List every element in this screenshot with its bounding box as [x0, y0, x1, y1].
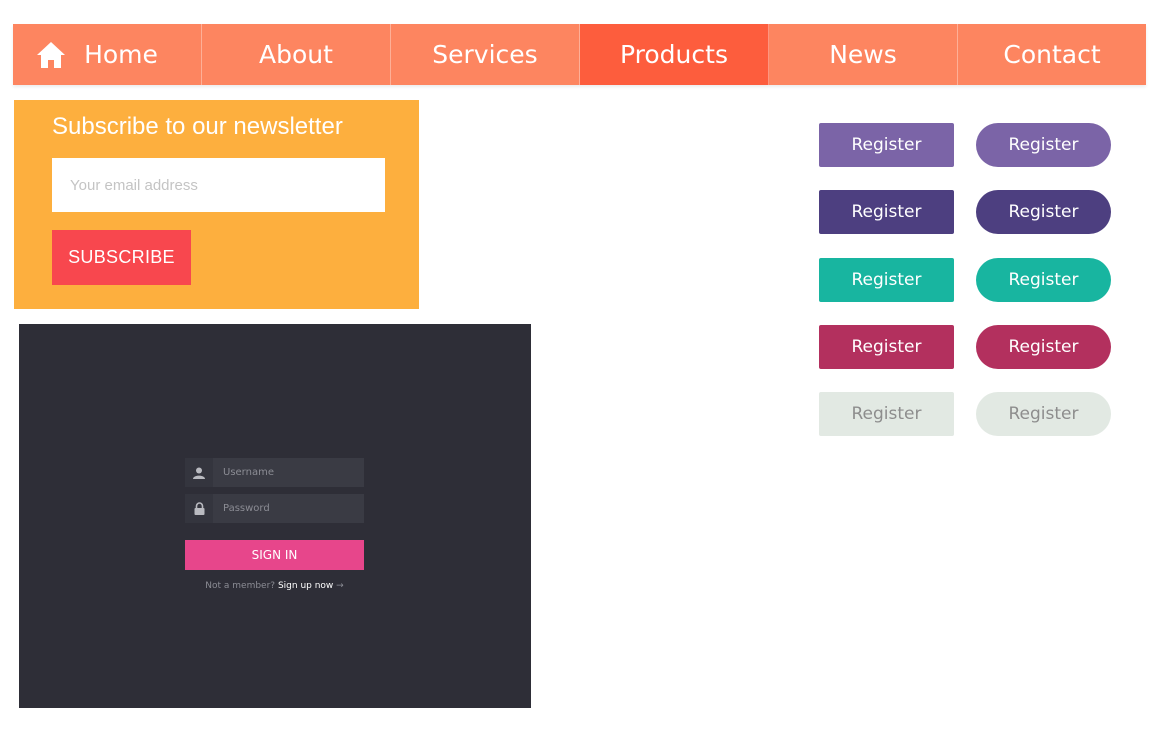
register-button-teal-square[interactable]: Register	[819, 258, 954, 302]
nav-item-products[interactable]: Products	[580, 24, 769, 85]
nav-item-about[interactable]: About	[202, 24, 391, 85]
register-button-indigo-square[interactable]: Register	[819, 190, 954, 234]
not-member-text: Not a member?	[205, 581, 276, 591]
nav-label-news: News	[829, 40, 897, 69]
nav-item-services[interactable]: Services	[391, 24, 580, 85]
nav-item-news[interactable]: News	[769, 24, 958, 85]
user-icon	[185, 458, 213, 487]
email-input[interactable]	[52, 158, 385, 212]
nav-label-services: Services	[432, 40, 538, 69]
top-nav: Home About Services Products News Contac…	[13, 24, 1146, 85]
register-button-teal-pill[interactable]: Register	[976, 258, 1111, 302]
register-button-indigo-pill[interactable]: Register	[976, 190, 1111, 234]
newsletter-box: Subscribe to our newsletter SUBSCRIBE	[14, 100, 419, 309]
home-icon	[37, 41, 66, 68]
login-panel: SIGN IN Not a member? Sign up now →	[19, 324, 531, 708]
newsletter-title: Subscribe to our newsletter	[52, 113, 343, 140]
register-button-purple-square[interactable]: Register	[819, 123, 954, 167]
username-field	[185, 457, 364, 488]
sign-up-link[interactable]: Sign up now	[278, 581, 333, 591]
register-button-crimson-square[interactable]: Register	[819, 325, 954, 369]
signup-line: Not a member? Sign up now →	[185, 581, 364, 591]
arrow-right-icon: →	[336, 581, 344, 591]
subscribe-button[interactable]: SUBSCRIBE	[52, 230, 191, 285]
password-input[interactable]	[213, 493, 364, 524]
nav-label-home: Home	[84, 40, 158, 69]
username-input[interactable]	[213, 457, 364, 488]
register-button-grey-square[interactable]: Register	[819, 392, 954, 436]
password-field	[185, 493, 364, 524]
nav-label-about: About	[259, 40, 333, 69]
nav-item-home[interactable]: Home	[13, 24, 202, 85]
register-button-grey-pill[interactable]: Register	[976, 392, 1111, 436]
nav-label-contact: Contact	[1003, 40, 1101, 69]
nav-item-contact[interactable]: Contact	[958, 24, 1146, 85]
register-button-purple-pill[interactable]: Register	[976, 123, 1111, 167]
sign-in-button[interactable]: SIGN IN	[185, 540, 364, 570]
nav-label-products: Products	[620, 40, 728, 69]
lock-icon	[185, 494, 213, 523]
register-button-crimson-pill[interactable]: Register	[976, 325, 1111, 369]
